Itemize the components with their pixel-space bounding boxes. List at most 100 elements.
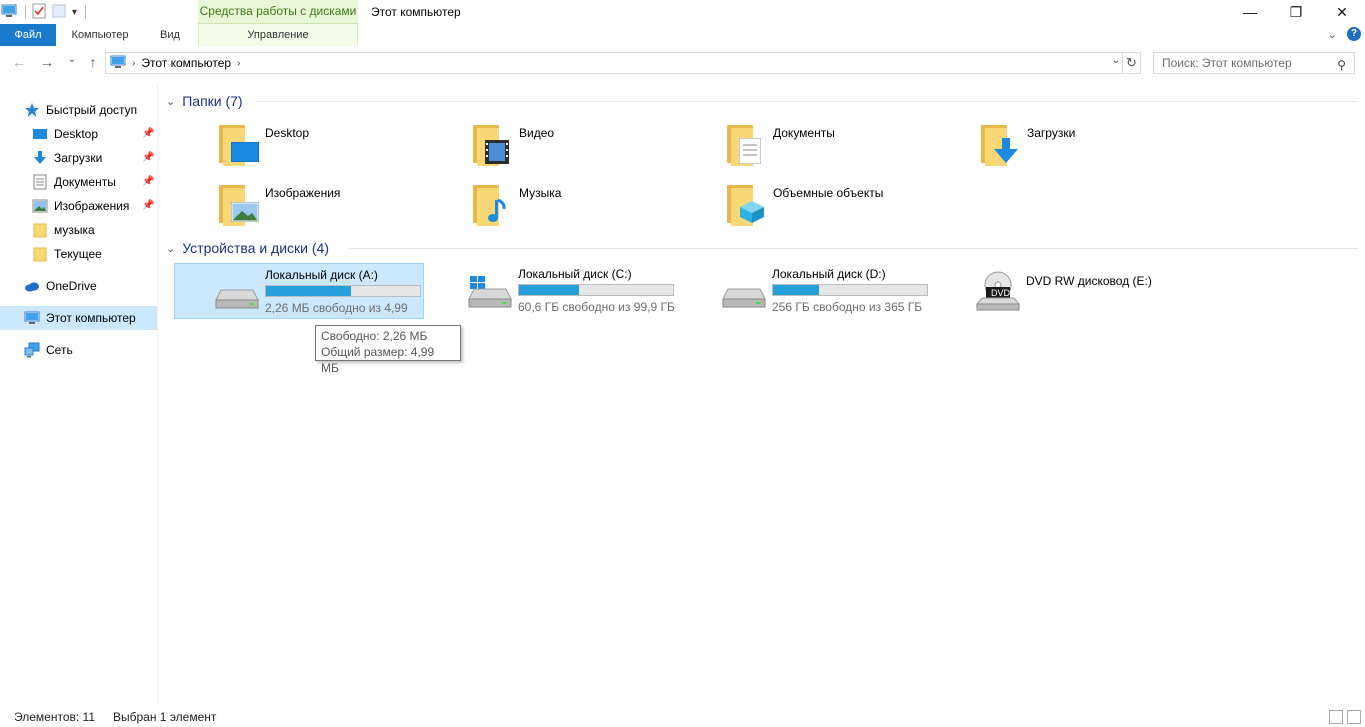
folder-label: Изображения: [265, 186, 341, 200]
chevron-down-icon[interactable]: ⌄: [166, 95, 175, 108]
sidebar-item-downloads[interactable]: Загрузки 📌: [32, 146, 156, 170]
drive-usage-bar: [518, 284, 674, 296]
music-folder-icon: [473, 182, 513, 226]
folder-tile-videos[interactable]: Видео: [473, 122, 713, 170]
toolbar-separator: [25, 5, 26, 19]
status-bar: Элементов: 11 Выбран 1 элемент: [0, 706, 1365, 727]
group-title: Устройства и диски (4): [182, 240, 329, 256]
drive-usage-bar: [265, 285, 421, 297]
breadcrumb-this-pc[interactable]: Этот компьютер: [141, 56, 231, 70]
desktop-icon: [32, 126, 48, 142]
drive-tile-d[interactable]: Локальный диск (D:) 256 ГБ свободно из 3…: [682, 263, 932, 319]
folder-tile-downloads[interactable]: Загрузки: [981, 122, 1221, 170]
help-icon[interactable]: ?: [1347, 27, 1361, 41]
address-dropdown-icon[interactable]: ⌄: [1112, 55, 1120, 66]
documents-icon: [32, 174, 48, 190]
refresh-button[interactable]: ↻: [1123, 52, 1141, 74]
sidebar-item-label: Загрузки: [54, 151, 103, 165]
network-icon: [24, 342, 40, 358]
ribbon-tabs: Файл Компьютер Вид Управление ⌄ ?: [0, 24, 1365, 46]
chevron-down-icon[interactable]: ⌄: [166, 242, 175, 255]
drive-tile-a[interactable]: Локальный диск (A:) 2,26 МБ свободно из …: [174, 263, 424, 319]
pictures-folder-icon: [219, 182, 259, 226]
sidebar-item-pictures[interactable]: Изображения 📌: [32, 194, 156, 218]
sidebar-item-onedrive[interactable]: OneDrive: [24, 274, 156, 298]
sidebar-item-this-pc[interactable]: Этот компьютер: [0, 306, 157, 330]
sidebar-item-music[interactable]: музыка: [32, 218, 156, 242]
folder-tile-3d-objects[interactable]: Объемные объекты: [727, 182, 967, 230]
quick-access-toolbar: ▾: [0, 2, 87, 22]
search-placeholder: Поиск: Этот компьютер: [1162, 56, 1292, 70]
sidebar-item-label: Сеть: [46, 343, 73, 357]
hard-drive-icon: [215, 289, 259, 309]
hard-drive-icon: [722, 288, 766, 308]
folder-tile-pictures[interactable]: Изображения: [219, 182, 459, 230]
computer-icon[interactable]: [1, 4, 17, 21]
breadcrumb-separator-icon[interactable]: ›: [237, 58, 240, 69]
pin-icon[interactable]: 📌: [142, 200, 154, 211]
pin-icon[interactable]: 📌: [142, 128, 154, 139]
dvd-badge: DVD: [991, 288, 1011, 298]
tab-manage[interactable]: Управление: [198, 24, 358, 46]
back-button[interactable]: ←: [10, 54, 28, 72]
folder-label: Объемные объекты: [773, 186, 884, 200]
details-view-icon[interactable]: [1329, 710, 1343, 724]
folder-tile-documents[interactable]: Документы: [727, 122, 967, 170]
properties-icon[interactable]: [32, 3, 46, 22]
pin-icon[interactable]: 📌: [142, 176, 154, 187]
drive-free-space: 256 ГБ свободно из 365 ГБ: [772, 300, 923, 314]
sidebar-item-label: OneDrive: [46, 279, 97, 293]
breadcrumb-separator-icon[interactable]: ›: [132, 58, 135, 69]
up-button[interactable]: ↑: [84, 54, 102, 72]
drive-usage-fill: [266, 286, 351, 296]
downloads-folder-icon: [981, 122, 1021, 166]
videos-folder-icon: [473, 122, 513, 166]
expand-ribbon-icon[interactable]: ⌄: [1328, 28, 1337, 41]
folder-tile-desktop[interactable]: Desktop: [219, 122, 459, 170]
tab-file[interactable]: Файл: [0, 24, 56, 46]
new-folder-icon[interactable]: [52, 3, 66, 22]
close-button[interactable]: ✕: [1319, 0, 1365, 24]
tooltip-total: Общий размер: 4,99 МБ: [321, 345, 435, 375]
minimize-button[interactable]: —: [1227, 0, 1273, 24]
sidebar-item-network[interactable]: Сеть: [24, 338, 156, 362]
3d-objects-folder-icon: [727, 182, 767, 226]
sidebar-item-label: Быстрый доступ: [46, 103, 138, 117]
address-bar[interactable]: › Этот компьютер › ⌄: [105, 52, 1123, 74]
sidebar-item-desktop[interactable]: Desktop 📌: [32, 122, 156, 146]
title-bar: ▾ Средства работы с дисками Этот компьют…: [0, 0, 1365, 24]
forward-button[interactable]: →: [38, 54, 56, 72]
drive-label: Локальный диск (D:): [772, 267, 886, 281]
navigation-bar: ← → ⌄ ↑ › Этот компьютер › ⌄ ↻ Поиск: Эт…: [0, 49, 1365, 79]
large-icons-view-icon[interactable]: [1347, 710, 1361, 724]
group-header-drives[interactable]: ⌄ Устройства и диски (4): [166, 238, 329, 258]
item-count: Элементов: 11: [14, 710, 95, 724]
sidebar-divider: [157, 84, 158, 705]
drive-usage-fill: [519, 285, 580, 295]
tab-computer[interactable]: Компьютер: [60, 24, 140, 46]
context-tab-disk-tools[interactable]: Средства работы с дисками: [198, 0, 358, 24]
folder-icon: [32, 246, 48, 262]
recent-locations-button[interactable]: ⌄: [63, 54, 81, 72]
folder-label: Загрузки: [1027, 126, 1076, 140]
pin-icon[interactable]: 📌: [142, 152, 154, 163]
ribbon-right-controls: ⌄ ?: [1328, 27, 1361, 41]
drive-usage-bar: [772, 284, 928, 296]
drive-label: Локальный диск (C:): [518, 267, 632, 281]
group-header-folders[interactable]: ⌄ Папки (7): [166, 91, 243, 111]
window-controls: — ❐ ✕: [1227, 0, 1365, 24]
customize-toolbar-icon[interactable]: ▾: [72, 7, 77, 18]
maximize-button[interactable]: ❐: [1273, 0, 1319, 24]
drive-tile-e[interactable]: DVD DVD RW дисковод (E:): [936, 263, 1186, 319]
sidebar-item-quick-access[interactable]: Быстрый доступ: [24, 98, 154, 122]
folder-tile-music[interactable]: Музыка: [473, 182, 713, 230]
sidebar-item-label: Изображения: [54, 199, 130, 213]
sidebar-item-label: Документы: [54, 175, 116, 189]
drive-tile-c[interactable]: Локальный диск (C:) 60,6 ГБ свободно из …: [428, 263, 678, 319]
tab-view[interactable]: Вид: [150, 24, 190, 46]
search-input[interactable]: Поиск: Этот компьютер ⚲: [1153, 52, 1355, 74]
sidebar-item-current[interactable]: Текущее: [32, 242, 156, 266]
drive-usage-fill: [773, 285, 820, 295]
cloud-icon: [24, 278, 40, 294]
sidebar-item-documents[interactable]: Документы 📌: [32, 170, 156, 194]
